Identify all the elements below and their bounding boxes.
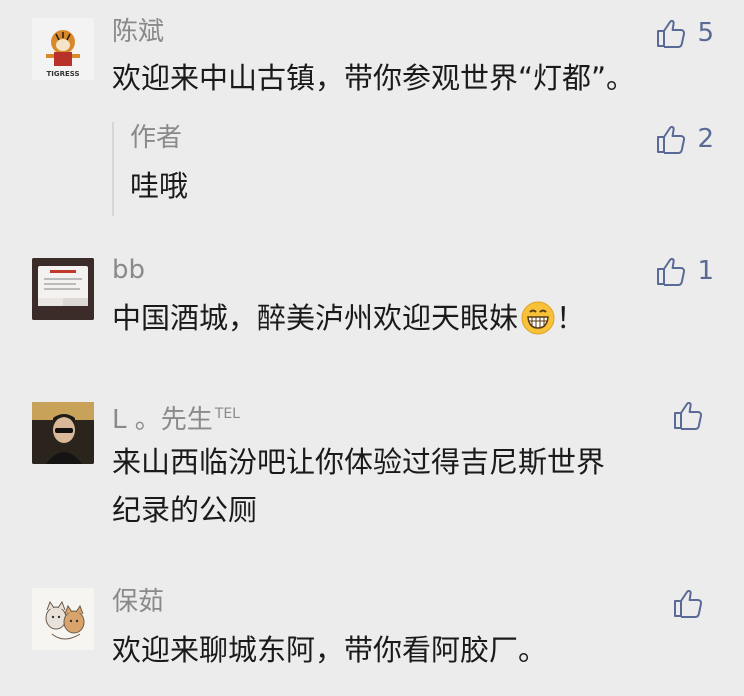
tigress-avatar-image: TIGRESS: [32, 18, 94, 80]
like-count: 5: [697, 18, 714, 48]
comment-text-main: 中国酒城，醉美泸州欢迎天眼妹: [112, 301, 519, 335]
avatar[interactable]: TIGRESS: [32, 18, 94, 80]
reply-text: 哇哦: [130, 169, 189, 203]
commenter-name: bb: [112, 255, 146, 285]
cat-drawing-avatar-image: [32, 588, 94, 650]
like-button[interactable]: [672, 586, 714, 620]
like-button[interactable]: 1: [655, 254, 714, 288]
avatar[interactable]: [32, 588, 94, 650]
reply-author-name: 作者: [130, 123, 183, 153]
comment-text-line-2: 纪录的公厕: [112, 493, 258, 527]
comment-text-suffix: ！: [556, 301, 586, 335]
commenter-name: 陈斌: [112, 17, 165, 47]
svg-text:TIGRESS: TIGRESS: [46, 70, 79, 78]
screenshot-avatar-image: [32, 258, 94, 320]
like-count: 2: [697, 124, 714, 154]
like-count: 1: [697, 256, 714, 286]
person-photo-avatar-image: [32, 402, 94, 464]
thumbs-up-icon: [657, 19, 686, 48]
reply-like-button[interactable]: 2: [655, 122, 714, 156]
comment-text: 中国酒城，醉美泸州欢迎天眼妹 ！: [112, 296, 585, 340]
like-button[interactable]: [672, 398, 714, 432]
commenter-name-text: L 。先生: [112, 405, 213, 435]
grinning-face-icon: [521, 301, 555, 335]
thumbs-up-icon: [657, 257, 686, 286]
comment-text: 欢迎来聊城东阿，带你看阿胶厂。: [112, 633, 548, 667]
tel-symbol: TEL: [214, 406, 240, 422]
commenter-name: L 。先生 TEL: [112, 398, 240, 436]
comment-item: TIGRESS 陈斌 欢迎来中山古镇，带你参观世界“灯都”。 5 作者 哇哦 2: [0, 0, 744, 230]
avatar[interactable]: [32, 258, 94, 320]
comment-text: 欢迎来中山古镇，带你参观世界“灯都”。: [112, 61, 636, 95]
avatar[interactable]: [32, 402, 94, 464]
comment-text-line-1: 来山西临汾吧让你体验过得吉尼斯世界: [112, 445, 606, 479]
author-reply: 作者 哇哦: [112, 122, 744, 216]
like-button[interactable]: 5: [655, 16, 714, 50]
thumbs-up-icon: [674, 589, 703, 618]
commenter-name: 保茹: [112, 587, 165, 617]
thumbs-up-icon: [657, 125, 686, 154]
thumbs-up-icon: [674, 401, 703, 430]
